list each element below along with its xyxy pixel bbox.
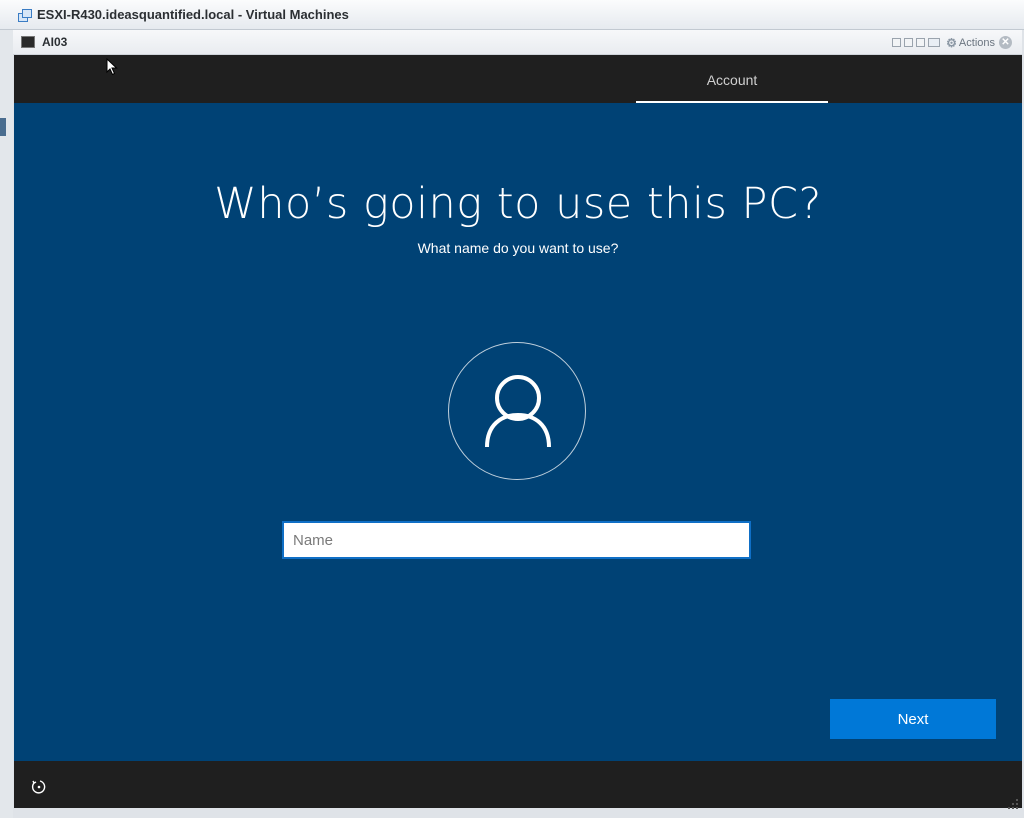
oobe-top-bar: Account (14, 55, 1022, 103)
name-input[interactable] (282, 521, 751, 559)
avatar (448, 342, 586, 480)
minimize-icon[interactable] (904, 38, 914, 47)
send-keys-icon[interactable] (892, 38, 902, 47)
console-icon (21, 36, 35, 48)
actions-menu[interactable]: Actions (959, 37, 995, 49)
virtual-machines-icon (18, 8, 32, 22)
resize-grip-icon[interactable] (1006, 797, 1020, 811)
user-icon (485, 375, 551, 448)
fullscreen-icon[interactable] (928, 38, 941, 47)
oobe-bottom-bar (14, 761, 1022, 808)
window-title: ESXI-R430.ideasquantified.local - Virtua… (37, 7, 349, 22)
vm-name: AI03 (42, 35, 68, 49)
vm-console-screen[interactable]: Account Who’s going to use this PC? What… (14, 55, 1022, 808)
left-panel-marker (0, 118, 6, 136)
console-titlebar: AI03 ⚙ Actions ✕ (13, 30, 1022, 55)
close-icon[interactable]: ✕ (999, 36, 1012, 49)
next-button[interactable]: Next (830, 699, 996, 739)
ease-of-access-icon[interactable] (30, 778, 48, 796)
restore-icon[interactable] (916, 38, 926, 47)
left-panel-edge (0, 30, 13, 818)
console-toolbar: ⚙ Actions ✕ (889, 36, 1012, 49)
page-title: Who’s going to use this PC? (214, 179, 822, 229)
gear-icon[interactable]: ⚙ (946, 37, 957, 49)
tab-account: Account (636, 55, 828, 103)
mouse-cursor-icon (106, 58, 118, 76)
page-subtitle: What name do you want to use? (417, 240, 619, 256)
window-titlebar: ESXI-R430.ideasquantified.local - Virtua… (0, 0, 1024, 30)
